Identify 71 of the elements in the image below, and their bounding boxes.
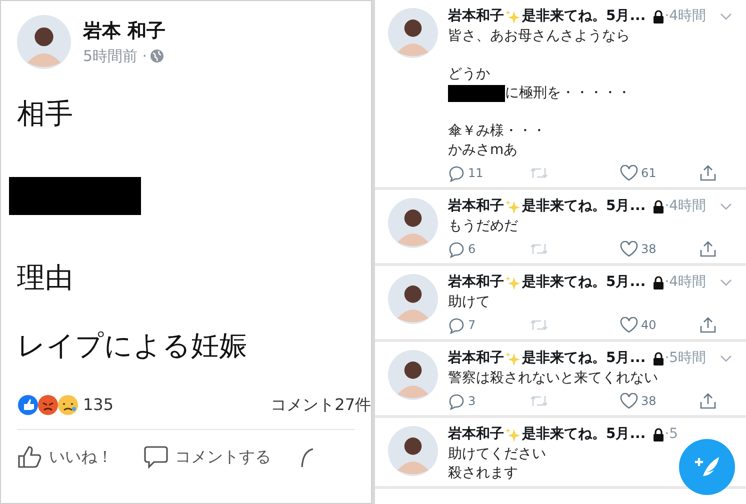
reply-count: 6: [468, 241, 476, 258]
tweet-text: 警察は殺されないと来てくれない: [448, 369, 658, 388]
tweet-text: 助けて: [448, 293, 490, 312]
user-name[interactable]: 岩本和子: [448, 6, 504, 27]
comment-count[interactable]: コメント27件: [270, 393, 371, 417]
sparkle-icon: [505, 426, 521, 442]
tweet-time: ·5時間: [664, 349, 706, 368]
reaction-count[interactable]: 135: [83, 393, 114, 417]
like-count: 38: [641, 393, 656, 410]
user-display-name[interactable]: 是非来てね。5月...: [522, 196, 646, 217]
tweet-text: 皆さ、あお母さんさようなら: [448, 27, 630, 46]
avatar-icon: [388, 198, 438, 248]
user-name[interactable]: 岩本和子: [448, 424, 504, 445]
post-text: レイプによる妊娠: [16, 328, 248, 364]
user-name[interactable]: 岩本和子: [448, 272, 504, 293]
user-display-name[interactable]: 是非来てね。5月...: [522, 272, 646, 293]
lock-icon: [652, 10, 665, 24]
tweet-time: ·4時間: [664, 197, 706, 216]
redaction-bar: [448, 85, 505, 102]
user-name[interactable]: 岩本和子: [448, 348, 504, 369]
sparkle-icon: [505, 350, 521, 366]
heart-icon[interactable]: [620, 317, 638, 333]
heart-icon[interactable]: [620, 393, 638, 409]
tweet-text: 助けてください: [448, 445, 546, 464]
globe-icon: [150, 49, 164, 64]
lock-icon: [652, 276, 665, 290]
comment-button[interactable]: コメントする: [143, 444, 271, 470]
sparkle-icon: [505, 274, 521, 290]
lock-icon: [652, 428, 665, 442]
heart-icon[interactable]: [620, 241, 638, 257]
tweet-time: ·5: [664, 425, 678, 444]
post-text: 理由: [16, 260, 74, 296]
tweet-time: ·4時間: [664, 273, 706, 292]
reply-count: 7: [468, 317, 476, 334]
tweet-text: もうだめだ: [448, 217, 518, 236]
user-display-name[interactable]: 是非来てね。5月...: [522, 6, 646, 27]
post-time: 5時間前 ·: [83, 46, 148, 67]
author-name[interactable]: 岩本 和子: [83, 16, 166, 45]
reply-icon[interactable]: [448, 392, 465, 410]
sparkle-icon: [505, 198, 521, 214]
avatar-icon: [388, 274, 438, 324]
tweet-text: 殺されます: [448, 464, 518, 483]
lock-icon: [652, 200, 665, 214]
like-count: 61: [641, 165, 656, 182]
tweet-text: どうか: [448, 65, 490, 84]
user-display-name[interactable]: 是非来てね。5月...: [522, 348, 646, 369]
reply-count: 3: [468, 393, 476, 410]
post-text: 相手: [16, 96, 74, 132]
tweet-text: に極刑を・・・・・: [505, 84, 631, 103]
avatar-icon: [388, 8, 438, 58]
tweet-time: ·4時間: [664, 7, 706, 26]
speech-bubble-icon: [143, 444, 169, 470]
reply-icon[interactable]: [448, 240, 465, 258]
avatar-icon: [17, 15, 71, 69]
like-button[interactable]: いいね！: [17, 445, 113, 469]
reply-count: 11: [468, 165, 484, 182]
reply-icon[interactable]: [448, 164, 465, 182]
sparkle-icon: [505, 8, 521, 24]
reactions-icon: [17, 394, 79, 416]
user-name[interactable]: 岩本和子: [448, 196, 504, 217]
heart-icon[interactable]: [620, 165, 638, 181]
reply-icon[interactable]: [448, 316, 465, 334]
lock-icon: [652, 352, 665, 366]
tweet-text: 傘￥み様・・・: [448, 122, 546, 141]
avatar-icon: [388, 426, 438, 476]
tweet-text: かみさmあ: [448, 141, 518, 160]
user-display-name[interactable]: 是非来てね。5月...: [522, 424, 646, 445]
avatar-icon: [388, 350, 438, 400]
like-count: 38: [641, 241, 656, 258]
thumbs-up-icon: [17, 445, 43, 469]
like-count: 40: [641, 317, 656, 334]
